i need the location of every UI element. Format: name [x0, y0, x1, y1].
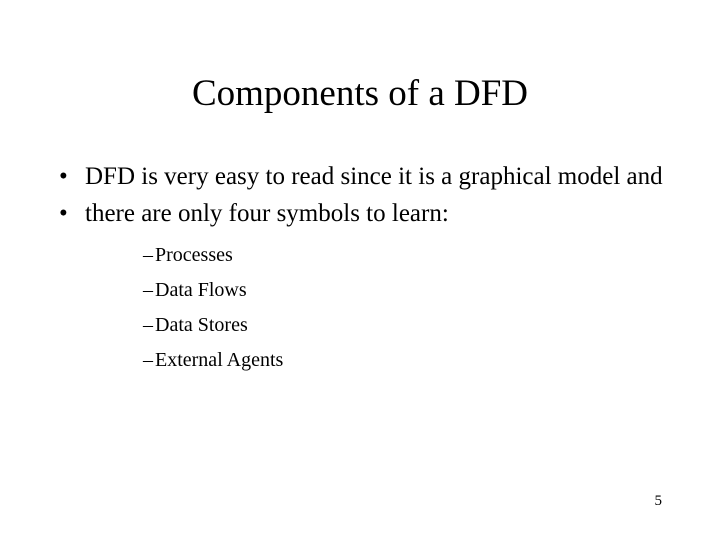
bullet-list-level2: – Processes – Data Flows – Data Stores –…	[85, 238, 668, 378]
list-item-label: DFD is very easy to read since it is a g…	[85, 163, 663, 190]
bullet-dash-icon: –	[143, 244, 153, 266]
presentation-slide: Components of a DFD • DFD is very easy t…	[0, 0, 720, 540]
list-item: – Processes	[85, 238, 668, 273]
bullet-dash-icon: –	[143, 279, 153, 301]
slide-body: • DFD is very easy to read since it is a…	[52, 160, 668, 381]
list-item: • there are only four symbols to learn: …	[52, 197, 668, 378]
page-number: 5	[654, 493, 663, 509]
list-item-label: there are only four symbols to learn:	[85, 200, 449, 227]
list-item: – External Agents	[85, 343, 668, 378]
bullet-dot-icon: •	[59, 163, 68, 190]
bullet-dash-icon: –	[143, 349, 153, 371]
bullet-dot-icon: •	[59, 200, 68, 227]
list-item-label: External Agents	[155, 349, 284, 371]
list-item: • DFD is very easy to read since it is a…	[52, 160, 668, 194]
list-item-label: Processes	[155, 244, 233, 266]
list-item: – Data Stores	[85, 308, 668, 343]
list-item-label: Data Stores	[155, 314, 248, 336]
list-item-label: Data Flows	[155, 279, 247, 301]
bullet-dash-icon: –	[143, 314, 153, 336]
list-item: – Data Flows	[85, 273, 668, 308]
page-title: Components of a DFD	[191, 73, 529, 114]
bullet-list-level1: • DFD is very easy to read since it is a…	[52, 160, 668, 378]
